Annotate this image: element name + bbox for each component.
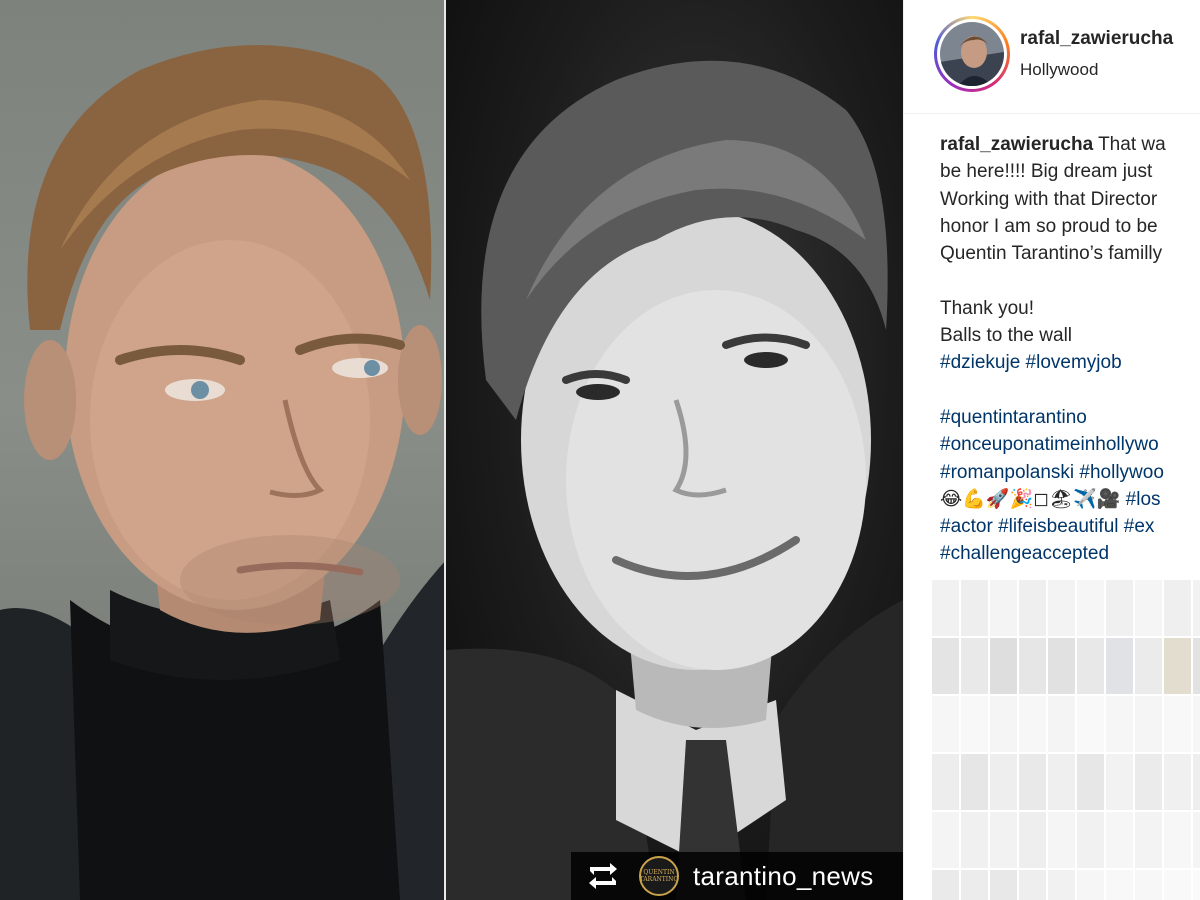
blurred-comments xyxy=(932,580,1200,900)
repost-user-avatar[interactable]: QUENTIN TARANTINO xyxy=(639,856,679,896)
avatar[interactable] xyxy=(940,22,1004,86)
hashtag-link[interactable]: #onceuponatimeinhollywo xyxy=(940,431,1200,458)
caption-username[interactable]: rafal_zawierucha xyxy=(940,134,1093,155)
post-author-username[interactable]: rafal_zawierucha xyxy=(1020,28,1173,50)
caption-thanks: Thank you! xyxy=(940,297,1034,319)
hashtag-link[interactable]: #romanpolanski #hollywoo xyxy=(940,459,1200,486)
portrait-color-illustration xyxy=(0,45,446,900)
caption-line: be here!!!! Big dream just xyxy=(940,161,1153,183)
post-location[interactable]: Hollywood xyxy=(1020,60,1098,80)
post-caption: rafal_zawierucha That wa be here!!!! Big… xyxy=(940,131,1200,568)
hashtag-link[interactable]: #actor #lifeisbeautiful #ex xyxy=(940,513,1200,540)
photo-right-portrait xyxy=(446,0,903,900)
caption-balls: Balls to the wall xyxy=(940,325,1073,347)
repost-icon xyxy=(585,858,621,894)
hashtag-link[interactable]: #quentintarantino xyxy=(940,404,1200,431)
post-sidebar: rafal_zawierucha Hollywood rafal_zawieru… xyxy=(903,0,1200,900)
caption-emoji-line: 😂💪🚀🎉◻🏖✈️🎥 #los xyxy=(940,486,1200,513)
post-header: rafal_zawierucha Hollywood xyxy=(904,0,1200,114)
repost-credit-bar[interactable]: QUENTIN TARANTINO tarantino_news xyxy=(571,852,903,900)
hashtag-link[interactable]: #dziekuje #lovemyjob xyxy=(940,349,1200,376)
caption-line: Quentin Tarantino’s familly xyxy=(940,243,1163,265)
hashtag-link[interactable]: #challengeaccepted xyxy=(940,540,1200,567)
emoji-text: 😂💪🚀🎉◻🏖✈️🎥 xyxy=(940,488,1121,510)
caption-line: Working with that Director xyxy=(940,188,1158,210)
portrait-bw-illustration xyxy=(446,60,903,900)
caption-line: rafal_zawierucha That wa xyxy=(940,134,1166,155)
caption-line: honor I am so proud to be xyxy=(940,215,1158,237)
post-photo[interactable]: QUENTIN TARANTINO tarantino_news xyxy=(0,0,903,900)
story-ring[interactable] xyxy=(934,16,1010,92)
repost-username[interactable]: tarantino_news xyxy=(693,861,874,892)
photo-left-portrait xyxy=(0,0,446,900)
hashtag-link[interactable]: #los xyxy=(1120,489,1161,510)
